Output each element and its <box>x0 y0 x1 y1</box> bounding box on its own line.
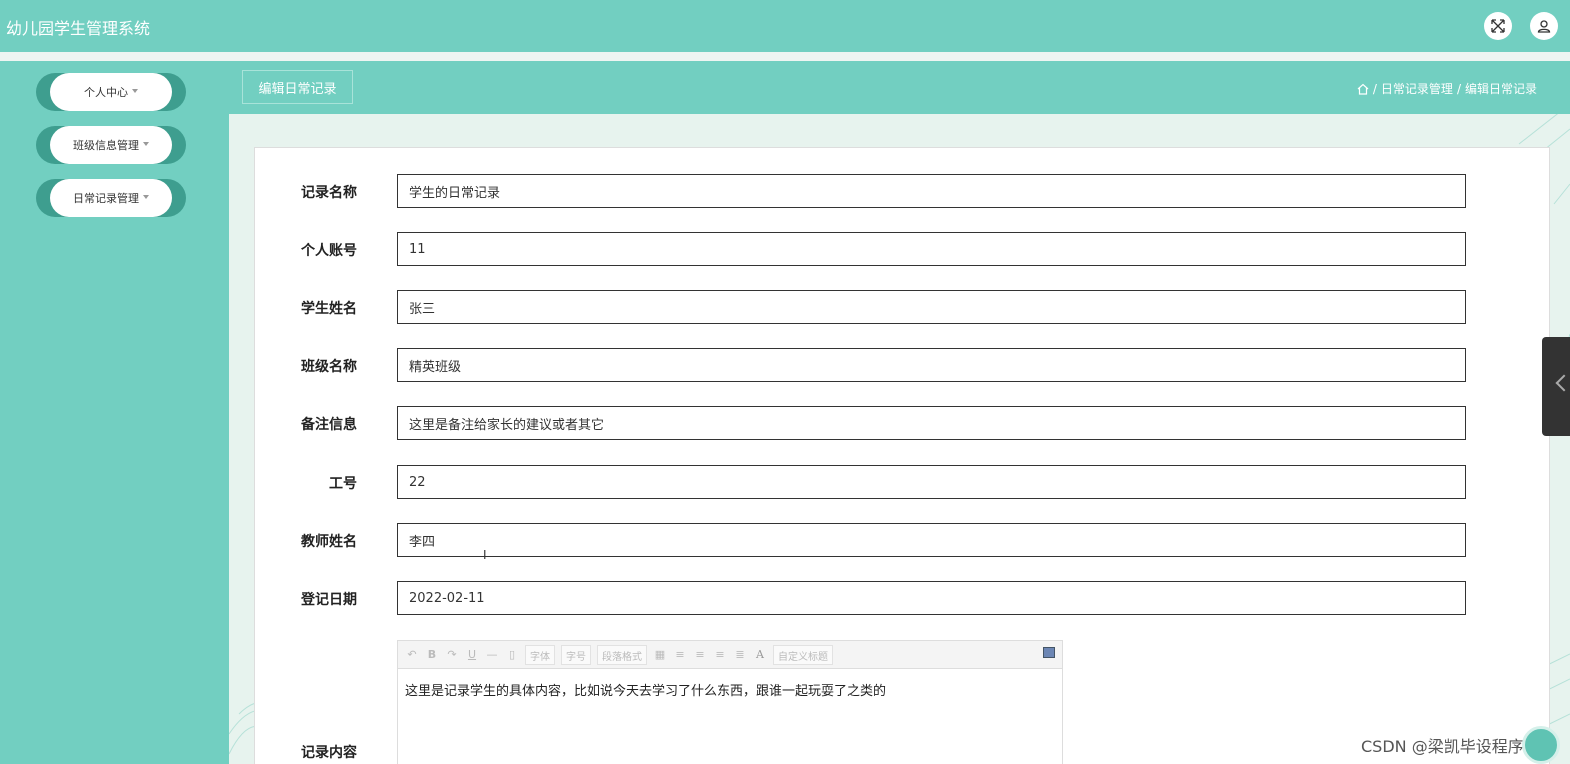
breadcrumb: / 日常记录管理 / 编辑日常记录 <box>1357 80 1537 97</box>
sidebar-item-class-info[interactable]: 班级信息管理 <box>36 126 186 164</box>
breadcrumb-bar: 编辑日常记录 / 日常记录管理 / 编辑日常记录 <box>229 61 1570 114</box>
align-left-icon[interactable]: ≡ <box>673 648 687 661</box>
table-icon[interactable]: ▦ <box>653 648 667 661</box>
font-select[interactable]: 字体 <box>525 644 555 665</box>
caret-down-icon <box>143 142 149 146</box>
rich-text-editor[interactable]: ↶ B ↷ U — ▯ 字体 字号 段落格式 ▦ ≡ ≡ ≡ ≣ A 自定义标题… <box>397 640 1063 764</box>
app-title: 幼儿园学生管理系统 <box>6 19 151 38</box>
field-label-record-content: 记录内容 <box>301 745 357 761</box>
field-label-employee-id: 工号 <box>329 476 357 492</box>
sidebar-item-personal-center[interactable]: 个人中心 <box>36 73 186 111</box>
paste-icon[interactable]: ▯ <box>505 648 519 661</box>
breadcrumb-separator: / <box>1456 81 1461 96</box>
register-date-input[interactable]: 2022-02-11 <box>397 581 1466 615</box>
editor-toolbar: ↶ B ↷ U — ▯ 字体 字号 段落格式 ▦ ≡ ≡ ≡ ≣ A 自定义标题 <box>398 641 1062 669</box>
class-name-input[interactable]: 精英班级 <box>397 348 1466 382</box>
field-label-remarks: 备注信息 <box>301 417 357 433</box>
sidebar-item-label: 日常记录管理 <box>73 192 139 205</box>
align-justify-icon[interactable]: ≣ <box>733 648 747 661</box>
caret-down-icon <box>132 89 138 93</box>
editor-content[interactable]: 这里是记录学生的具体内容，比如说今天去学习了什么东西，跟谁一起玩耍了之类的 <box>405 680 886 699</box>
home-icon[interactable] <box>1357 83 1369 95</box>
teacher-name-input[interactable]: 李四 <box>397 523 1466 557</box>
field-label-student-name: 学生姓名 <box>301 301 357 317</box>
font-size-select[interactable]: 字号 <box>561 644 591 665</box>
field-label-register-date: 登记日期 <box>301 592 357 608</box>
account-input[interactable]: 11 <box>397 232 1466 266</box>
sidebar-item-label: 班级信息管理 <box>73 139 139 152</box>
fullscreen-editor-icon[interactable] <box>1043 647 1055 658</box>
remarks-input[interactable]: 这里是备注给家长的建议或者其它 <box>397 406 1466 440</box>
top-header: 幼儿园学生管理系统 <box>0 0 1570 52</box>
underline-icon[interactable]: U <box>465 648 479 661</box>
floating-button[interactable] <box>1522 726 1560 764</box>
align-center-icon[interactable]: ≡ <box>713 648 727 661</box>
field-label-teacher-name: 教师姓名 <box>301 534 357 550</box>
record-name-input[interactable]: 学生的日常记录 <box>397 174 1466 208</box>
redo-icon[interactable]: ↷ <box>445 648 459 661</box>
sidebar: 个人中心 班级信息管理 日常记录管理 <box>0 61 229 764</box>
chevron-left-icon <box>1555 374 1570 392</box>
field-label-class-name: 班级名称 <box>301 359 357 375</box>
field-label-account: 个人账号 <box>301 243 357 259</box>
bold-icon[interactable]: B <box>425 648 439 661</box>
sidebar-item-daily-records[interactable]: 日常记录管理 <box>36 179 186 217</box>
paragraph-format-select[interactable]: 段落格式 <box>597 644 647 665</box>
main-content: 编辑日常记录 / 日常记录管理 / 编辑日常记录 记录名称 学生的日常记录 个人… <box>229 61 1570 764</box>
horizontal-rule-icon[interactable]: — <box>485 648 499 661</box>
caret-down-icon <box>143 195 149 199</box>
header-divider <box>0 52 1570 61</box>
breadcrumb-separator: / <box>1372 81 1377 96</box>
font-color-icon[interactable]: A <box>753 648 767 661</box>
edit-form: 记录名称 学生的日常记录 个人账号 11 学生姓名 张三 班级名称 精英班级 备… <box>254 147 1550 764</box>
fullscreen-icon[interactable] <box>1484 12 1512 40</box>
field-label-record-name: 记录名称 <box>301 185 357 201</box>
watermark: CSDN @梁凯毕设程序 <box>1361 737 1524 756</box>
breadcrumb-level2: 编辑日常记录 <box>1464 82 1537 96</box>
user-icon[interactable] <box>1530 12 1558 40</box>
undo-icon[interactable]: ↶ <box>405 648 419 661</box>
employee-id-input[interactable]: 22 <box>397 465 1466 499</box>
page-title: 编辑日常记录 <box>242 70 353 104</box>
custom-title-select[interactable]: 自定义标题 <box>773 644 833 665</box>
text-cursor-icon: I <box>483 548 487 562</box>
breadcrumb-level1[interactable]: 日常记录管理 <box>1381 80 1453 97</box>
align-right-icon[interactable]: ≡ <box>693 648 707 661</box>
student-name-input[interactable]: 张三 <box>397 290 1466 324</box>
side-panel-toggle[interactable] <box>1542 337 1570 436</box>
sidebar-item-label: 个人中心 <box>84 86 128 99</box>
